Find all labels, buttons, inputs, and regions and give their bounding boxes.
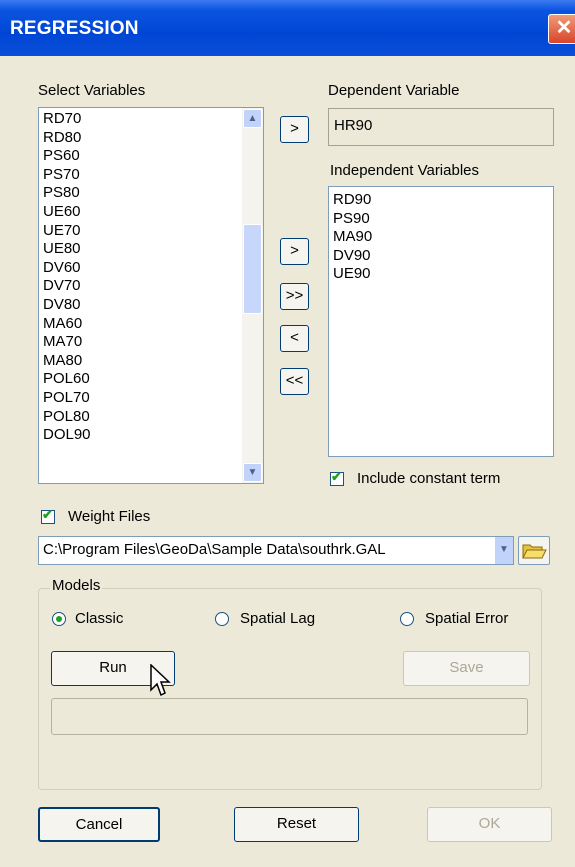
save-button: Save — [403, 651, 530, 686]
variable-list-item[interactable]: UE60 — [39, 203, 263, 222]
independent-items: RD90 PS90 MA90 DV90 UE90 — [329, 187, 553, 284]
weight-file-path: C:\Program Files\GeoDa\Sample Data\south… — [43, 541, 386, 558]
independent-list-item[interactable]: DV90 — [329, 247, 553, 266]
scroll-up-icon[interactable]: ▲ — [243, 109, 262, 128]
remove-all-button[interactable]: << — [280, 368, 309, 395]
dependent-variable-label: Dependent Variable — [328, 82, 460, 99]
title-bar[interactable]: REGRESSION ✕ — [0, 0, 575, 56]
reset-button[interactable]: Reset — [234, 807, 359, 842]
variable-list-item[interactable]: MA70 — [39, 333, 263, 352]
variable-list-item[interactable]: UE70 — [39, 222, 263, 241]
variable-list-item[interactable]: POL60 — [39, 370, 263, 389]
scroll-down-icon[interactable]: ▼ — [243, 463, 262, 482]
variable-list-item[interactable]: DV80 — [39, 296, 263, 315]
select-variables-label: Select Variables — [38, 82, 146, 99]
scrollbar-thumb[interactable] — [243, 224, 262, 314]
radio-classic[interactable] — [52, 612, 66, 626]
variable-list-item[interactable]: DV60 — [39, 259, 263, 278]
variable-list-item[interactable]: PS70 — [39, 166, 263, 185]
independent-list-item[interactable]: PS90 — [329, 210, 553, 229]
window-title: REGRESSION — [10, 18, 139, 39]
open-folder-icon[interactable] — [518, 536, 550, 565]
weight-file-combo[interactable]: C:\Program Files\GeoDa\Sample Data\south… — [38, 536, 514, 565]
add-all-button[interactable]: >> — [280, 283, 309, 310]
variable-list-item[interactable]: PS80 — [39, 184, 263, 203]
remove-variable-button[interactable]: < — [280, 325, 309, 352]
cancel-button[interactable]: Cancel — [38, 807, 160, 842]
variable-list-item[interactable]: MA80 — [39, 352, 263, 371]
variable-list-item[interactable]: PS60 — [39, 147, 263, 166]
radio-classic-label: Classic — [75, 610, 124, 627]
variable-list-item[interactable]: RD80 — [39, 129, 263, 148]
radio-spatial-error[interactable] — [400, 612, 414, 626]
variable-list-item[interactable]: POL70 — [39, 389, 263, 408]
radio-spatial-lag[interactable] — [215, 612, 229, 626]
radio-spatial-error-label: Spatial Error — [425, 610, 509, 627]
variable-list-item[interactable]: POL80 — [39, 408, 263, 427]
mouse-pointer-icon — [150, 664, 171, 697]
constant-term-label: Include constant term — [357, 470, 501, 487]
select-variables-list[interactable]: RD70 RD80 PS60 PS70 PS80 UE60 UE70 UE80 DV60 DV70… — [38, 107, 264, 484]
variable-list-item[interactable]: UE80 — [39, 240, 263, 259]
list-scrollbar[interactable]: ▲ ▼ — [242, 108, 263, 483]
independent-list-item[interactable]: UE90 — [329, 265, 553, 284]
chevron-down-icon[interactable]: ▼ — [494, 537, 513, 564]
variable-list-item[interactable]: MA60 — [39, 315, 263, 334]
models-label: Models — [50, 577, 103, 594]
radio-spatial-lag-label: Spatial Lag — [240, 610, 316, 627]
ok-button: OK — [427, 807, 552, 842]
move-to-dependent-button[interactable]: > — [280, 116, 309, 143]
weight-files-label: Weight Files — [68, 508, 151, 525]
independent-variables-list[interactable]: RD90 PS90 MA90 DV90 UE90 — [328, 186, 554, 457]
check-mark-icon: ✔ — [42, 507, 53, 522]
check-mark-icon: ✔ — [331, 469, 342, 484]
weight-files-checkbox[interactable]: ✔ — [41, 507, 55, 524]
add-variable-button[interactable]: > — [280, 238, 309, 265]
variable-list-item[interactable]: DV70 — [39, 277, 263, 296]
variable-items: RD70 RD80 PS60 PS70 PS80 UE60 UE70 UE80 DV60 DV70… — [39, 108, 263, 445]
dependent-variable-field[interactable]: HR90 — [328, 108, 554, 146]
radio-selected-dot — [56, 616, 62, 622]
variable-list-item[interactable]: DOL90 — [39, 426, 263, 445]
close-icon[interactable]: ✕ — [548, 14, 575, 44]
variable-list-item[interactable]: RD70 — [39, 110, 263, 129]
independent-list-item[interactable]: MA90 — [329, 228, 553, 247]
independent-variables-label: Independent Variables — [330, 162, 480, 179]
constant-term-checkbox[interactable]: ✔ — [330, 469, 344, 486]
independent-list-item[interactable]: RD90 — [329, 191, 553, 210]
regression-dialog: REGRESSION ✕ Select Variables RD70 RD80 PS… — [0, 0, 575, 867]
progress-bar — [51, 698, 528, 735]
